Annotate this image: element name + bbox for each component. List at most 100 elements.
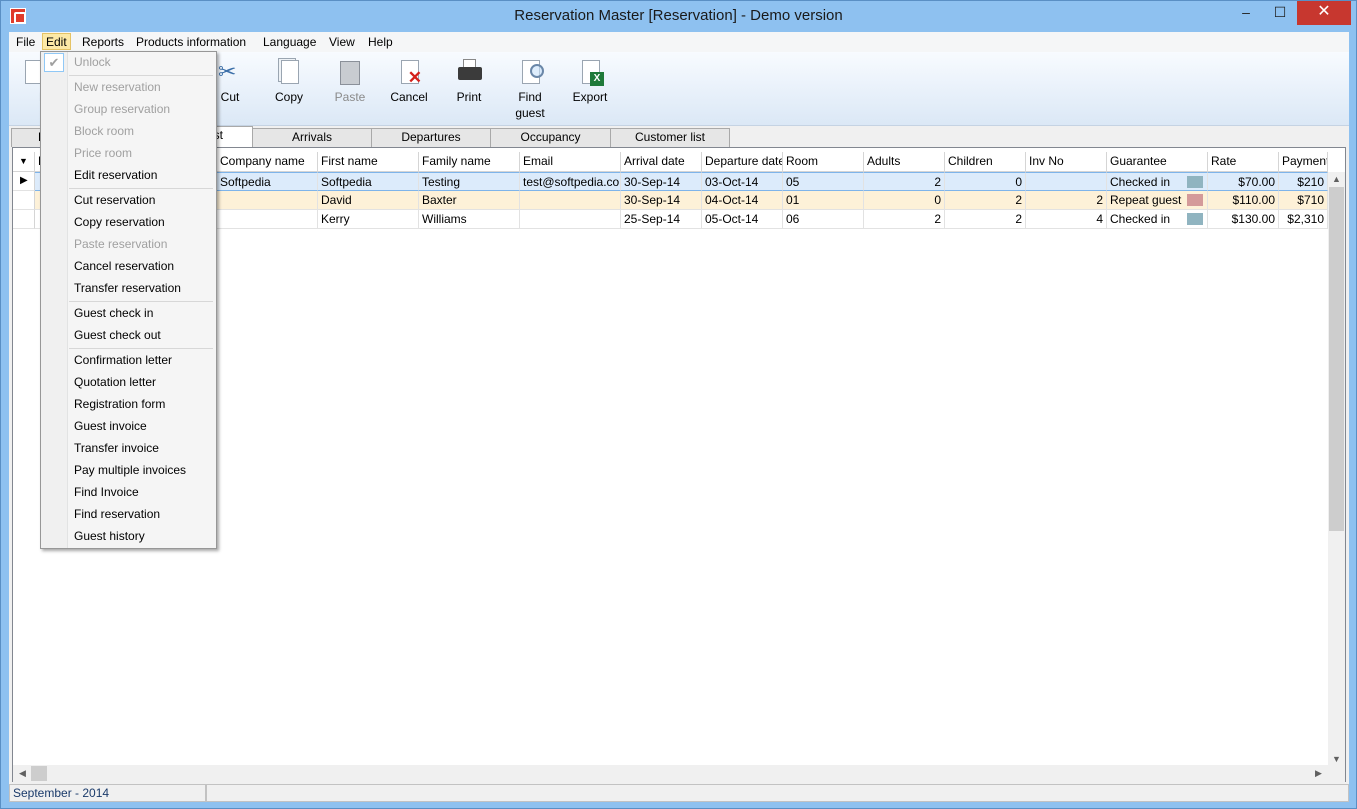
scroll-left-icon[interactable]: ◀ — [15, 768, 30, 779]
tab-departures[interactable]: Departures — [371, 128, 491, 147]
cell-first-name[interactable]: Kerry — [318, 210, 419, 229]
cell-children[interactable]: 0 — [945, 172, 1026, 191]
menu-item-pay-multiple-invoices[interactable]: Pay multiple invoices — [41, 460, 216, 482]
column-header-adults[interactable]: Adults — [864, 152, 945, 172]
cell-rate[interactable]: $110.00 — [1208, 191, 1279, 210]
export-button[interactable]: X Export — [562, 58, 618, 105]
tab-occupancy[interactable]: Occupancy — [490, 128, 611, 147]
column-header-room[interactable]: Room — [783, 152, 864, 172]
menu-item-guest-check-in[interactable]: Guest check in — [41, 303, 216, 325]
copy-button[interactable]: Copy — [261, 58, 317, 105]
tab-arrivals[interactable]: Arrivals — [252, 128, 372, 147]
cell-family-name[interactable]: Testing — [419, 172, 520, 191]
cell-guarantee[interactable]: Checked in — [1107, 172, 1208, 191]
cell-payment[interactable]: $2,310 — [1279, 210, 1328, 229]
cell-email[interactable] — [520, 191, 621, 210]
column-header-family-name[interactable]: Family name — [419, 152, 520, 172]
cell-family-name[interactable]: Williams — [419, 210, 520, 229]
print-button[interactable]: Print — [441, 58, 497, 105]
tab-customer-list[interactable]: Customer list — [610, 128, 730, 147]
menu-item-group-reservation[interactable]: Group reservation — [41, 99, 216, 121]
menu-item-copy-reservation[interactable]: Copy reservation — [41, 212, 216, 234]
find-guest-button[interactable]: Find guest — [502, 58, 558, 121]
horizontal-scroll-thumb[interactable] — [31, 766, 47, 781]
menu-item-guest-check-out[interactable]: Guest check out — [41, 325, 216, 347]
cell-family-name[interactable]: Baxter — [419, 191, 520, 210]
menu-item-paste-reservation[interactable]: Paste reservation — [41, 234, 216, 256]
cell-room[interactable]: 01 — [783, 191, 864, 210]
cell-room[interactable]: 05 — [783, 172, 864, 191]
cell-first-name[interactable]: David — [318, 191, 419, 210]
cell-payment[interactable]: $210 — [1279, 172, 1328, 191]
menu-item-registration-form[interactable]: Registration form — [41, 394, 216, 416]
menu-reports[interactable]: Reports — [79, 34, 127, 51]
menu-item-find-invoice[interactable]: Find Invoice — [41, 482, 216, 504]
menu-language[interactable]: Language — [260, 34, 319, 51]
column-header-arrival-date[interactable]: Arrival date — [621, 152, 702, 172]
cell-departure[interactable]: 04-Oct-14 — [702, 191, 783, 210]
menu-item-guest-invoice[interactable]: Guest invoice — [41, 416, 216, 438]
menu-item-transfer-reservation[interactable]: Transfer reservation — [41, 278, 216, 300]
column-header-first-name[interactable]: First name — [318, 152, 419, 172]
menu-view[interactable]: View — [326, 34, 358, 51]
scroll-down-icon[interactable]: ▼ — [1329, 754, 1344, 764]
cell-departure[interactable]: 03-Oct-14 — [702, 172, 783, 191]
cell-arrival[interactable]: 30-Sep-14 — [621, 172, 702, 191]
menu-item-block-room[interactable]: Block room — [41, 121, 216, 143]
column-header-inv-no[interactable]: Inv No — [1026, 152, 1107, 172]
cell-payment[interactable]: $710 — [1279, 191, 1328, 210]
sort-icon[interactable]: ▼ — [13, 152, 35, 172]
horizontal-scrollbar[interactable]: ◀ ▶ — [13, 765, 1345, 782]
menu-item-find-reservation[interactable]: Find reservation — [41, 504, 216, 526]
maximize-button[interactable]: ☐ — [1263, 1, 1297, 25]
vertical-scroll-thumb[interactable] — [1329, 187, 1344, 531]
cell-company[interactable] — [217, 191, 318, 210]
cell-email[interactable]: test@softpedia.com — [520, 172, 621, 191]
cell-company[interactable] — [217, 210, 318, 229]
cell-children[interactable]: 2 — [945, 191, 1026, 210]
column-header-payment[interactable]: Payment — [1279, 152, 1328, 172]
cell-departure[interactable]: 05-Oct-14 — [702, 210, 783, 229]
cell-rate[interactable]: $130.00 — [1208, 210, 1279, 229]
cell-arrival[interactable]: 30-Sep-14 — [621, 191, 702, 210]
column-header-company[interactable]: Company name — [217, 152, 318, 172]
cancel-button[interactable]: ✕ Cancel — [381, 58, 437, 105]
menu-file[interactable]: File — [13, 34, 38, 51]
cell-inv-no[interactable]: 2 — [1026, 191, 1107, 210]
menu-item-cancel-reservation[interactable]: Cancel reservation — [41, 256, 216, 278]
scroll-up-icon[interactable]: ▲ — [1329, 174, 1344, 184]
cell-company[interactable]: Softpedia — [217, 172, 318, 191]
menu-item-guest-history[interactable]: Guest history — [41, 526, 216, 548]
scroll-right-icon[interactable]: ▶ — [1311, 768, 1326, 779]
cell-room[interactable]: 06 — [783, 210, 864, 229]
menu-help[interactable]: Help — [365, 34, 396, 51]
cell-email[interactable] — [520, 210, 621, 229]
column-header-children[interactable]: Children — [945, 152, 1026, 172]
menu-item-unlock[interactable]: ✔ Unlock — [41, 52, 216, 74]
menu-edit[interactable]: Edit — [42, 33, 71, 50]
vertical-scrollbar[interactable]: ▲ ▼ — [1328, 172, 1345, 768]
cell-arrival[interactable]: 25-Sep-14 — [621, 210, 702, 229]
menu-item-edit-reservation[interactable]: Edit reservation — [41, 165, 216, 187]
cell-inv-no[interactable] — [1026, 172, 1107, 191]
menu-item-confirmation-letter[interactable]: Confirmation letter — [41, 350, 216, 372]
menu-products-information[interactable]: Products information — [133, 34, 249, 51]
cell-inv-no[interactable]: 4 — [1026, 210, 1107, 229]
minimize-button[interactable]: – — [1229, 1, 1263, 25]
cell-adults[interactable]: 0 — [864, 191, 945, 210]
menu-item-new-reservation[interactable]: New reservation — [41, 77, 216, 99]
paste-button[interactable]: Paste — [322, 58, 378, 105]
title-bar[interactable]: Reservation Master [Reservation] - Demo … — [1, 1, 1356, 32]
cell-guarantee[interactable]: Repeat guest — [1107, 191, 1208, 210]
menu-item-price-room[interactable]: Price room — [41, 143, 216, 165]
menu-item-transfer-invoice[interactable]: Transfer invoice — [41, 438, 216, 460]
cell-adults[interactable]: 2 — [864, 172, 945, 191]
column-header-rate[interactable]: Rate — [1208, 152, 1279, 172]
column-header-email[interactable]: Email — [520, 152, 621, 172]
cell-first-name[interactable]: Softpedia — [318, 172, 419, 191]
column-header-departure-date[interactable]: Departure date — [702, 152, 783, 172]
column-header-guarantee[interactable]: Guarantee — [1107, 152, 1208, 172]
menu-item-quotation-letter[interactable]: Quotation letter — [41, 372, 216, 394]
cell-guarantee[interactable]: Checked in — [1107, 210, 1208, 229]
close-button[interactable]: ✕ — [1297, 1, 1351, 25]
